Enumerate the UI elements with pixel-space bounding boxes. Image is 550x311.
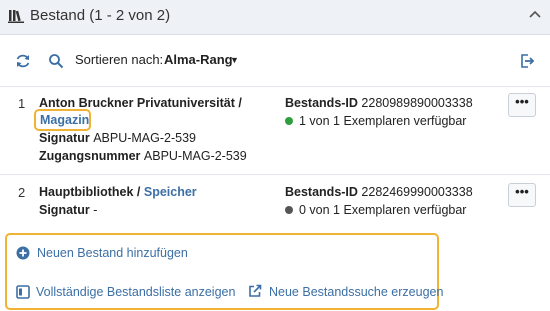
holding-row: 2 Hauptbibliothek / Speicher Signatur - … [0,175,550,230]
holding-id-label: Bestands-ID [285,96,358,110]
holding-id: Bestands-ID 2282469990003338 [285,185,473,199]
availability: 1 von 1 Exemplaren verfügbar [285,114,466,128]
holding-id-value: 2282469990003338 [361,185,473,199]
external-link-icon[interactable] [248,284,262,298]
signatur-line: Signatur - [39,203,97,217]
holding-id-value: 2280989890003338 [361,96,473,110]
signatur-value: - [93,203,98,217]
zugang-value: ABPU-MAG-2-539 [143,149,247,163]
export-icon[interactable] [519,53,535,69]
status-dot-icon [285,206,293,214]
list-window-icon[interactable] [16,285,30,299]
signatur-value: ABPU-MAG-2-539 [93,131,196,145]
search-icon[interactable] [48,53,64,69]
row-number: 1 [18,96,26,111]
availability: 0 von 1 Exemplaren verfügbar [285,203,466,217]
status-dot-icon [285,117,293,125]
refresh-icon[interactable] [15,53,31,69]
caret-down-icon[interactable]: ▼ [230,55,239,65]
sort-label: Sortieren nach: [75,52,164,67]
holding-row: 1 Anton Bruckner Privatuniversität / Mag… [0,87,550,175]
highlight-box [34,109,91,131]
plus-circle-icon[interactable] [16,246,30,260]
availability-text: 0 von 1 Exemplaren verfügbar [299,203,467,217]
holding-id: Bestands-ID 2280989890003338 [285,96,473,110]
sort-dropdown[interactable]: Alma-Rang [164,52,233,67]
signatur-label: Signatur [39,131,90,145]
chevron-up-icon[interactable] [528,8,542,22]
library-name-line: Hauptbibliothek / Speicher [39,185,197,199]
new-holdings-search-link[interactable]: Neue Bestandssuche erzeugen [269,285,443,299]
holdings-header[interactable]: Bestand (1 - 2 von 2) [0,0,550,35]
availability-text: 1 von 1 Exemplaren verfügbar [299,114,467,128]
books-icon [8,10,24,23]
holdings-title: Bestand (1 - 2 von 2) [30,7,171,24]
holding-id-label: Bestands-ID [285,185,358,199]
location-link[interactable]: Speicher [144,185,197,199]
row-number: 2 [18,185,26,200]
library-name: Anton Bruckner Privatuniversität / [39,96,242,110]
more-actions-button[interactable]: ••• [508,183,536,207]
signatur-label: Signatur [39,203,90,217]
library-name: Hauptbibliothek / [39,185,141,199]
more-actions-button[interactable]: ••• [508,93,536,117]
zugang-line: Zugangsnummer ABPU-MAG-2-539 [39,149,247,163]
full-holdings-list-link[interactable]: Vollständige Bestandsliste anzeigen [36,285,235,299]
signatur-line: Signatur ABPU-MAG-2-539 [39,131,196,145]
zugang-label: Zugangsnummer [39,149,141,163]
holdings-toolbar: Sortieren nach: Alma-Rang ▼ [0,34,550,87]
add-holding-link[interactable]: Neuen Bestand hinzufügen [37,246,188,260]
